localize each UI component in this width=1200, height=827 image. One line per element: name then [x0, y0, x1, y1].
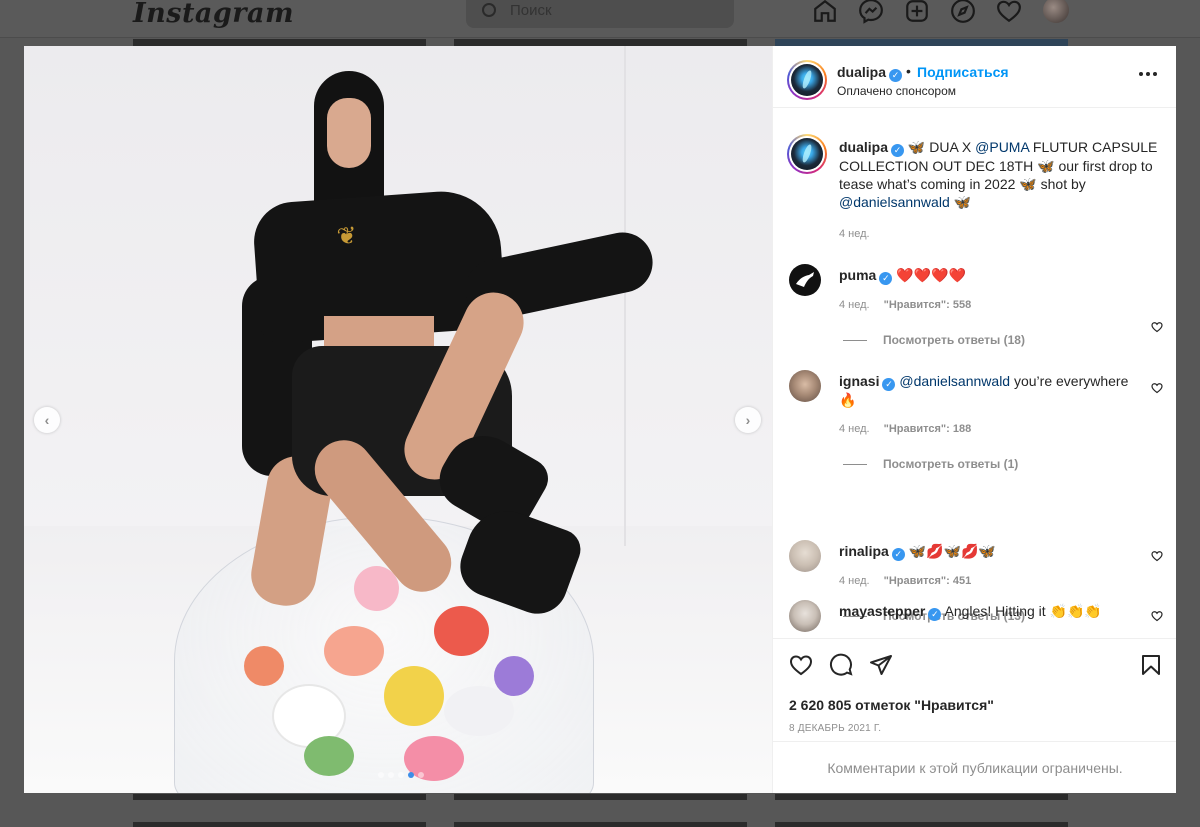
- caption-age[interactable]: 4 нед.: [839, 228, 870, 240]
- comment-meta: 4 нед. "Нравится": 188: [839, 423, 972, 435]
- comment-avatar[interactable]: [789, 600, 821, 632]
- verified-icon: ✓: [879, 272, 893, 285]
- explore-icon[interactable]: [950, 0, 978, 26]
- model-face: [327, 98, 371, 168]
- verified-icon: ✓: [928, 608, 942, 621]
- post-date[interactable]: 8 ДЕКАБРЬ 2021 Г.: [789, 723, 881, 734]
- comment-meta: 4 нед. "Нравится": 451: [839, 575, 972, 587]
- carousel-dot: [418, 772, 424, 778]
- search-placeholder: Поиск: [510, 2, 552, 19]
- grid-tile: [775, 822, 1068, 827]
- follow-button[interactable]: Подписаться: [917, 64, 1009, 80]
- comments-section[interactable]: dualipa ✓ 🦋 DUA X @PUMA FLUTUR CAPSULE CO…: [773, 108, 1176, 638]
- home-icon[interactable]: [812, 0, 840, 26]
- comment-meta: 4 нед. "Нравится": 558: [839, 299, 972, 311]
- view-replies-button[interactable]: Посмотреть ответы (1): [843, 457, 1018, 471]
- comment-body: rinalipa ✓ 🦋💋🦋💋🦋: [839, 543, 996, 561]
- post-caption: dualipa ✓ 🦋 DUA X @PUMA FLUTUR CAPSULE CO…: [839, 139, 1158, 210]
- post-actions: 2 620 805 отметок "Нравится" 8 ДЕКАБРЬ 2…: [773, 638, 1176, 793]
- likes-count[interactable]: 2 620 805 отметок "Нравится": [789, 697, 994, 713]
- post-header: dualipa ✓ • Подписаться Оплачено спонсоро…: [773, 46, 1176, 108]
- grid-tile: [133, 822, 426, 827]
- like-comment-icon[interactable]: [1151, 382, 1163, 394]
- comment-avatar[interactable]: [789, 370, 821, 402]
- like-comment-icon[interactable]: [1151, 321, 1163, 333]
- grid-tile: [454, 822, 747, 827]
- more-icon[interactable]: [1139, 72, 1159, 78]
- mention-link[interactable]: @PUMA: [975, 139, 1029, 155]
- sponsored-label[interactable]: Оплачено спонсором: [837, 84, 956, 98]
- save-icon[interactable]: [1139, 653, 1163, 677]
- comment-avatar[interactable]: [789, 264, 821, 296]
- heart-icon[interactable]: [789, 653, 813, 677]
- chevron-right-icon[interactable]: ›: [735, 407, 761, 433]
- carousel-dot: [378, 772, 384, 778]
- butterfly-emoji: 🦋: [1037, 158, 1055, 174]
- separator-dot: •: [906, 63, 911, 79]
- background-header: Instagram Поиск: [0, 0, 1200, 38]
- messenger-icon[interactable]: [858, 0, 886, 26]
- like-comment-icon[interactable]: [1151, 550, 1163, 562]
- profile-avatar[interactable]: [1043, 0, 1069, 23]
- post-photo[interactable]: ❦ ‹ ›: [24, 46, 772, 793]
- mention-link[interactable]: @danielsannwald: [839, 194, 950, 210]
- search-icon: [482, 3, 496, 17]
- author-avatar[interactable]: [787, 60, 827, 100]
- share-icon[interactable]: [869, 653, 893, 677]
- comment-body: ignasi ✓ @danielsannwald you’re everywher…: [839, 373, 1129, 408]
- search-input[interactable]: Поиск: [466, 0, 734, 28]
- post-side-panel: dualipa ✓ • Подписаться Оплачено спонсоро…: [772, 46, 1176, 793]
- verified-icon: ✓: [889, 69, 903, 82]
- butterfly-emoji: 🦋: [953, 194, 972, 210]
- like-comment-icon[interactable]: [1151, 610, 1163, 622]
- instagram-logo: Instagram: [133, 0, 295, 29]
- butterfly-emoji: 🦋: [907, 139, 926, 155]
- carousel-dot-active: [408, 772, 414, 778]
- activity-icon[interactable]: [996, 0, 1024, 26]
- caption-avatar[interactable]: [787, 134, 827, 174]
- verified-icon: ✓: [891, 144, 905, 157]
- view-replies-button[interactable]: Посмотреть ответы (18): [843, 333, 1025, 347]
- grid-tile: [775, 794, 1068, 800]
- verified-icon: ✓: [882, 378, 896, 391]
- comments-restricted-notice: Комментарии к этой публикации ограничены…: [773, 741, 1176, 793]
- comment-avatar[interactable]: [789, 540, 821, 572]
- carousel-indicator: [378, 772, 424, 778]
- post-modal: ❦ ‹ › dualipa ✓ • Подписаться Оплачено сп…: [24, 46, 1176, 793]
- mention-link[interactable]: @danielsannwald: [899, 373, 1010, 389]
- verified-icon: ✓: [891, 548, 905, 561]
- comment-body: puma ✓ ❤️❤️❤️❤️: [839, 267, 966, 285]
- butterfly-logo-icon: ❦: [335, 222, 359, 251]
- new-post-icon[interactable]: [904, 0, 932, 26]
- grid-tile: [133, 794, 426, 800]
- carousel-dot: [398, 772, 404, 778]
- chevron-left-icon[interactable]: ‹: [34, 407, 60, 433]
- carousel-dot: [388, 772, 394, 778]
- comment-icon[interactable]: [829, 653, 853, 677]
- butterfly-emoji: 🦋: [1019, 176, 1037, 192]
- comment-body: mayastepper ✓ Angles! Hitting it 👏👏👏: [839, 603, 1102, 621]
- author-username[interactable]: dualipa ✓: [837, 64, 903, 82]
- grid-tile: [454, 794, 747, 800]
